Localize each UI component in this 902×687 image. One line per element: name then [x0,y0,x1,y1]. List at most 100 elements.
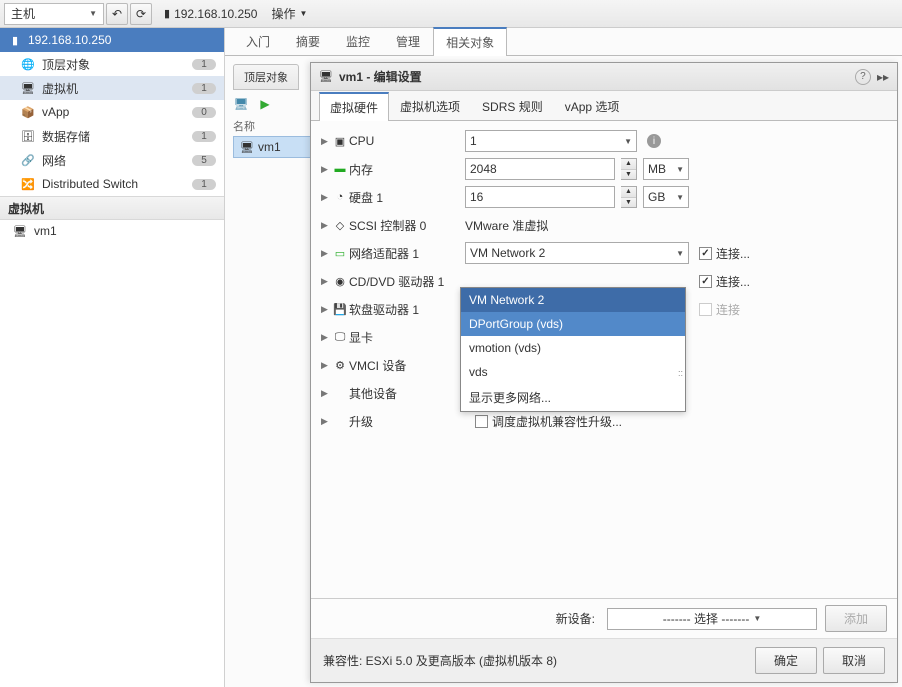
cancel-button[interactable]: 取消 [823,647,885,674]
nav-item-label: 网络 [42,152,192,169]
history-back-button[interactable]: ↶ [106,3,128,25]
nav-item-5[interactable]: 🔀Distributed Switch1 [0,172,224,196]
nav-item-icon: 🖥 [20,82,36,95]
new-device-value: ------- 选择 ------- [663,610,750,627]
nav-item-badge: 5 [192,155,216,166]
scsi-value: VMware 准虚拟 [465,217,548,234]
nav-item-badge: 1 [192,179,216,190]
memory-unit: MB [648,162,666,176]
upgrade-checkbox[interactable] [475,415,488,428]
dropdown-scroll-indicator: :: [678,368,683,378]
expand-arrow-icon[interactable]: ▶ [321,192,331,203]
new-vm-icon[interactable]: 🖥 [233,96,249,112]
nav-item-label: vApp [42,105,192,119]
disk-icon: ◔ [331,191,349,203]
modal-tab-3[interactable]: vApp 选项 [554,92,631,120]
main-tab-4[interactable]: 相关对象 [433,27,507,56]
main-tab-3[interactable]: 管理 [383,27,433,55]
modal-tab-0[interactable]: 虚拟硬件 [319,92,389,121]
chevron-down-icon: ▼ [676,193,684,202]
vm-icon: 🖥 [319,70,333,83]
nav-item-label: 数据存储 [42,128,192,145]
nav-sub-label: vm1 [34,224,57,238]
memory-unit-select[interactable]: MB ▼ [643,158,689,180]
nav-item-1[interactable]: 🖥 虚拟机1 [0,76,224,100]
cpu-icon: ▣ [331,135,349,148]
ip-display: ▮ 192.168.10.250 [164,7,257,21]
modal-tab-2[interactable]: SDRS 规则 [471,92,554,120]
scsi-label: SCSI 控制器 0 [349,217,465,234]
refresh-button[interactable]: ⟳ [130,3,152,25]
nav-item-label: 虚拟机 [42,80,192,97]
info-icon[interactable]: i [647,134,661,148]
nav-item-3[interactable]: 🗄数据存储1 [0,124,224,148]
dropdown-item[interactable]: DPortGroup (vds) [461,312,685,336]
power-on-icon[interactable]: ▶ [257,96,273,112]
main-tab-0[interactable]: 入门 [233,27,283,55]
nav-section-vm: 虚拟机 [0,196,224,220]
cd-label: CD/DVD 驱动器 1 [349,273,465,290]
cd-connect-label: 连接... [716,273,750,290]
nav-item-icon: 🔗 [20,154,36,167]
dropdown-item[interactable]: vds [461,360,685,384]
expand-arrow-icon[interactable]: ▶ [321,248,331,259]
server-icon: ▮ [164,7,170,20]
upgrade-label: 升级 [349,413,465,430]
dropdown-item[interactable]: VM Network 2 [461,288,685,312]
other-label: 其他设备 [349,385,465,402]
compatibility-text: 兼容性: ESXi 5.0 及更高版本 (虚拟机版本 8) [323,652,557,669]
upgrade-checkbox-label: 调度虚拟机兼容性升级... [492,413,622,430]
ok-button[interactable]: 确定 [755,647,817,674]
expand-arrow-icon[interactable]: ▶ [321,220,331,231]
nav-item-4[interactable]: 🔗 网络5 [0,148,224,172]
disk-spinner[interactable]: ▲▼ [621,186,637,208]
operations-menu[interactable]: 操作 ▼ [271,5,307,22]
cpu-select[interactable]: 1 ▼ [465,130,637,152]
expand-arrow-icon[interactable]: ▶ [321,136,331,147]
disk-input[interactable]: 16 [465,186,615,208]
vmci-label: VMCI 设备 [349,357,465,374]
expand-arrow-icon[interactable]: ▶ [321,276,331,287]
new-device-select[interactable]: ------- 选择 ------- ▼ [607,608,817,630]
floppy-label: 软盘驱动器 1 [349,301,465,318]
nav-header: ▮ 192.168.10.250 [0,28,224,52]
host-label: 主机 [11,5,35,22]
new-device-label: 新设备: [556,610,595,627]
nav-item-0[interactable]: 🌐顶层对象1 [0,52,224,76]
expand-arrow-icon[interactable]: ▶ [321,388,331,399]
cd-connect-checkbox[interactable] [699,275,712,288]
vmci-icon: ⚙ [331,359,349,372]
nav-item-2[interactable]: 📦vApp0 [0,100,224,124]
sub-tab-top[interactable]: 顶层对象 [233,64,299,90]
net-connect-checkbox[interactable] [699,247,712,260]
memory-input[interactable]: 2048 [465,158,615,180]
main-tab-1[interactable]: 摘要 [283,27,333,55]
expand-arrow-icon[interactable]: ▶ [321,416,331,427]
help-button[interactable]: ? [855,69,871,85]
dropdown-item[interactable]: 显示更多网络... [461,384,685,411]
network-dropdown: VM Network 2 DPortGroup (vds) vmotion (v… [460,287,686,412]
floppy-icon: 💾 [331,303,349,316]
nav-sub-vm1[interactable]: 🖥 vm1 [0,220,224,242]
expand-arrow-icon[interactable]: ▶ [321,332,331,343]
network-label: 网络适配器 1 [349,245,465,262]
list-row-label: vm1 [258,140,281,154]
nav-item-icon: 🌐 [20,58,36,71]
video-label: 显卡 [349,329,465,346]
expand-button[interactable]: ▸▸ [877,70,889,84]
nav-item-badge: 1 [192,131,216,142]
chevron-down-icon: ▼ [624,137,632,146]
nav-item-icon: 🔀 [20,178,36,191]
network-select[interactable]: VM Network 2 ▼ [465,242,689,264]
host-selector[interactable]: 主机 ▼ [4,3,104,25]
nav-item-badge: 1 [192,83,216,94]
main-tab-2[interactable]: 监控 [333,27,383,55]
disk-unit-select[interactable]: GB ▼ [643,186,689,208]
expand-arrow-icon[interactable]: ▶ [321,164,331,175]
add-device-button[interactable]: 添加 [825,605,887,632]
dropdown-item[interactable]: vmotion (vds) [461,336,685,360]
modal-tab-1[interactable]: 虚拟机选项 [389,92,471,120]
memory-spinner[interactable]: ▲▼ [621,158,637,180]
expand-arrow-icon[interactable]: ▶ [321,304,331,315]
expand-arrow-icon[interactable]: ▶ [321,360,331,371]
